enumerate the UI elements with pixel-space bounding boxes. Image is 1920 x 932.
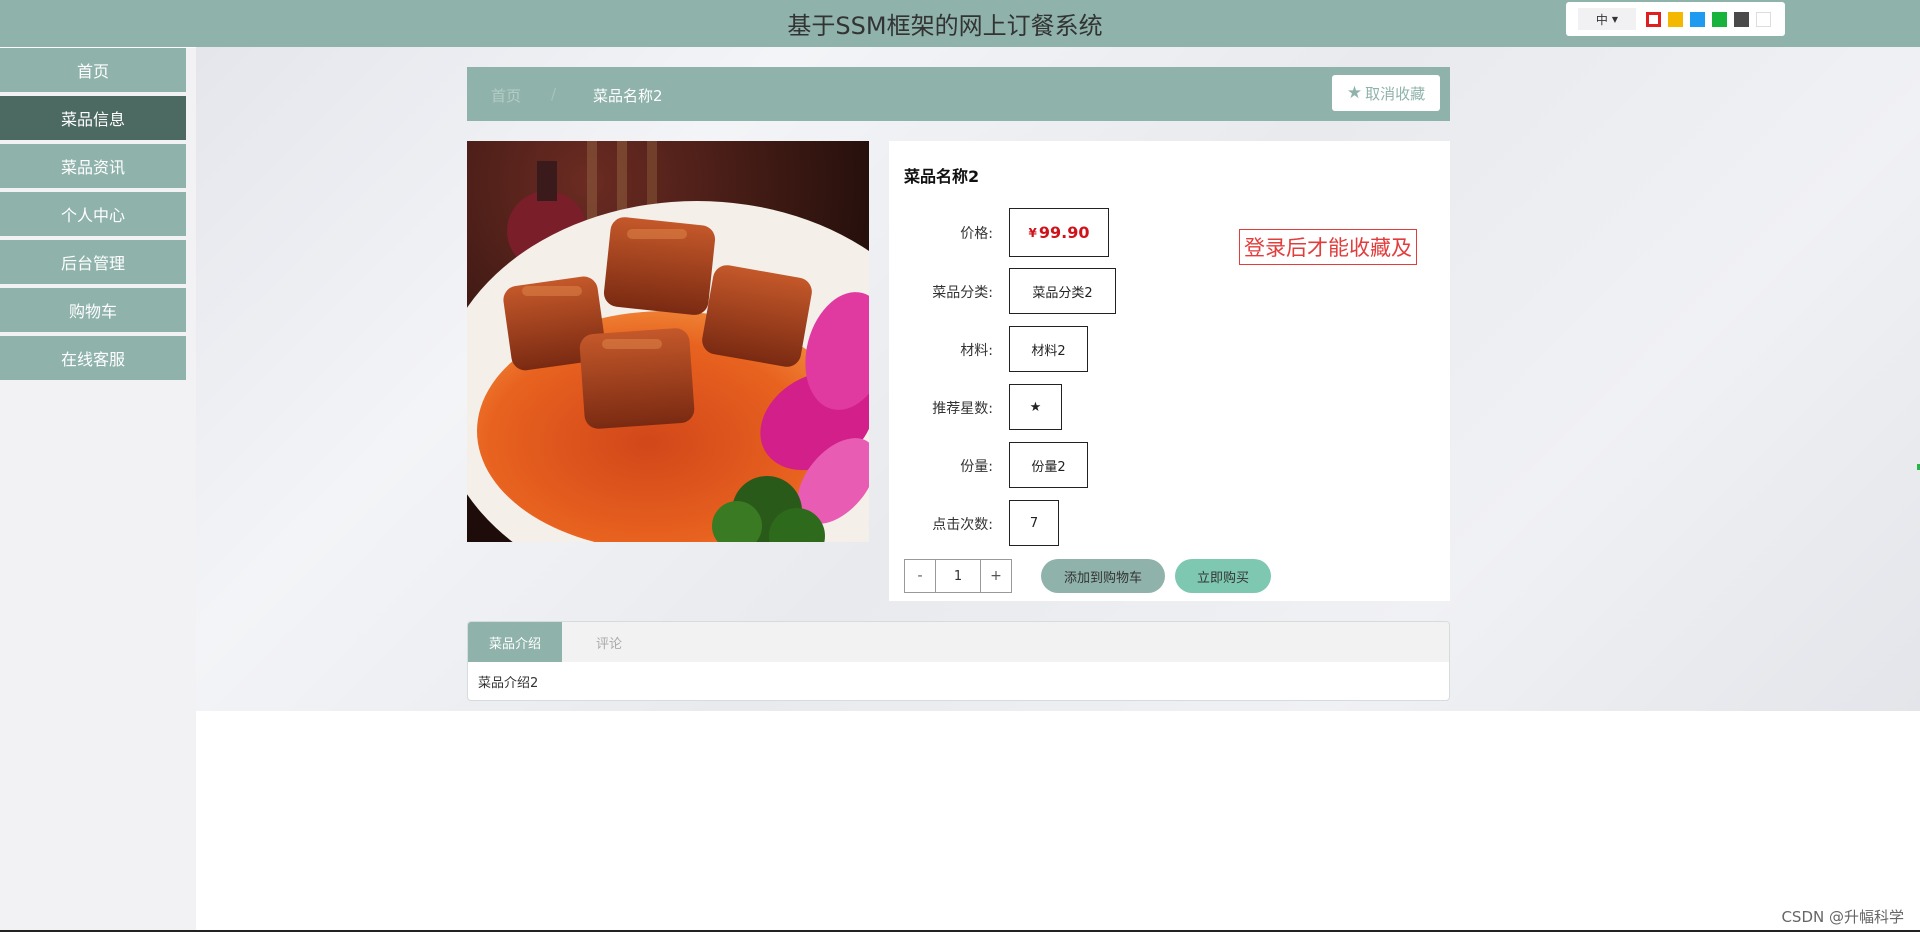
material-label: 材料: — [960, 343, 993, 359]
sidebar-item-home[interactable]: 首页 — [0, 48, 186, 92]
login-note: 登录后才能收藏及 — [1239, 229, 1417, 265]
clicks-label: 点击次数: — [932, 517, 993, 533]
sidebar-item-online-service[interactable]: 在线客服 — [0, 336, 186, 380]
price-label: 价格: — [960, 226, 993, 242]
quantity-stepper: - 1 + — [904, 559, 1012, 593]
caret-down-icon: ▼ — [1611, 14, 1619, 24]
breadcrumb: 首页 / 菜品名称2 ★ 取消收藏 — [467, 67, 1450, 121]
currency-symbol: ¥ — [1028, 225, 1037, 240]
theme-swatch-yellow[interactable] — [1668, 11, 1683, 27]
stars-value: ★ — [1009, 384, 1062, 430]
language-label: 中 — [1595, 12, 1608, 27]
tab-comments[interactable]: 评论 — [562, 622, 656, 662]
dish-info-panel: 菜品名称2 价格: ¥ 99.90 菜品分类: 菜品分类2 材料: 材料2 推荐… — [889, 141, 1450, 601]
sidebar-item-admin[interactable]: 后台管理 — [0, 240, 186, 284]
quantity-plus-button[interactable]: + — [980, 559, 1012, 593]
quantity-input[interactable]: 1 — [936, 559, 980, 593]
buy-now-button[interactable]: 立即购买 — [1175, 559, 1271, 593]
star-icon: ★ — [1346, 83, 1363, 103]
theme-swatch-blue[interactable] — [1690, 11, 1705, 27]
sidebar-item-dish-news[interactable]: 菜品资讯 — [0, 144, 186, 188]
breadcrumb-current: 菜品名称2 — [593, 87, 663, 105]
theme-swatch-green[interactable] — [1712, 11, 1727, 27]
stars-label: 推荐星数: — [932, 401, 993, 417]
sidebar-item-personal-center[interactable]: 个人中心 — [0, 192, 186, 236]
tab-content: 菜品介绍2 — [478, 676, 539, 691]
tab-header: 菜品介绍 评论 — [468, 622, 1449, 662]
dish-name: 菜品名称2 — [904, 167, 980, 186]
clicks-value: 7 — [1009, 500, 1059, 546]
price-value: ¥ 99.90 — [1009, 208, 1109, 257]
watermark: CSDN @升幅科学 — [1781, 908, 1904, 926]
theme-swatch-dark[interactable] — [1734, 11, 1749, 27]
portion-label: 份量: — [960, 459, 993, 475]
tab-dish-intro[interactable]: 菜品介绍 — [468, 622, 562, 662]
unfavorite-button[interactable]: ★ 取消收藏 — [1332, 75, 1440, 111]
material-value: 材料2 — [1009, 326, 1088, 372]
breadcrumb-separator: / — [551, 85, 557, 103]
category-label: 菜品分类: — [932, 285, 993, 301]
sidebar-item-dish-info[interactable]: 菜品信息 — [0, 96, 186, 140]
color-swatches — [1646, 11, 1771, 27]
unfavorite-label: 取消收藏 — [1365, 84, 1426, 103]
site-title: 基于SSM框架的网上订餐系统 — [787, 12, 1103, 40]
quantity-minus-button[interactable]: - — [904, 559, 936, 593]
sidebar: 首页 菜品信息 菜品资讯 个人中心 后台管理 购物车 在线客服 — [0, 48, 196, 930]
price-amount: 99.90 — [1038, 223, 1090, 242]
breadcrumb-home[interactable]: 首页 — [491, 85, 521, 106]
dish-tabs: 菜品介绍 评论 菜品介绍2 — [467, 621, 1450, 701]
theme-swatch-red[interactable] — [1646, 11, 1661, 27]
add-to-cart-button[interactable]: 添加到购物车 — [1041, 559, 1165, 593]
dish-image — [467, 141, 869, 542]
theme-switcher: 中 ▼ — [1566, 2, 1785, 36]
category-value: 菜品分类2 — [1009, 268, 1116, 314]
dish-photo — [467, 141, 869, 542]
portion-value: 份量2 — [1009, 442, 1088, 488]
sidebar-item-cart[interactable]: 购物车 — [0, 288, 186, 332]
theme-swatch-white[interactable] — [1756, 11, 1771, 27]
language-select[interactable]: 中 ▼ — [1578, 8, 1636, 30]
